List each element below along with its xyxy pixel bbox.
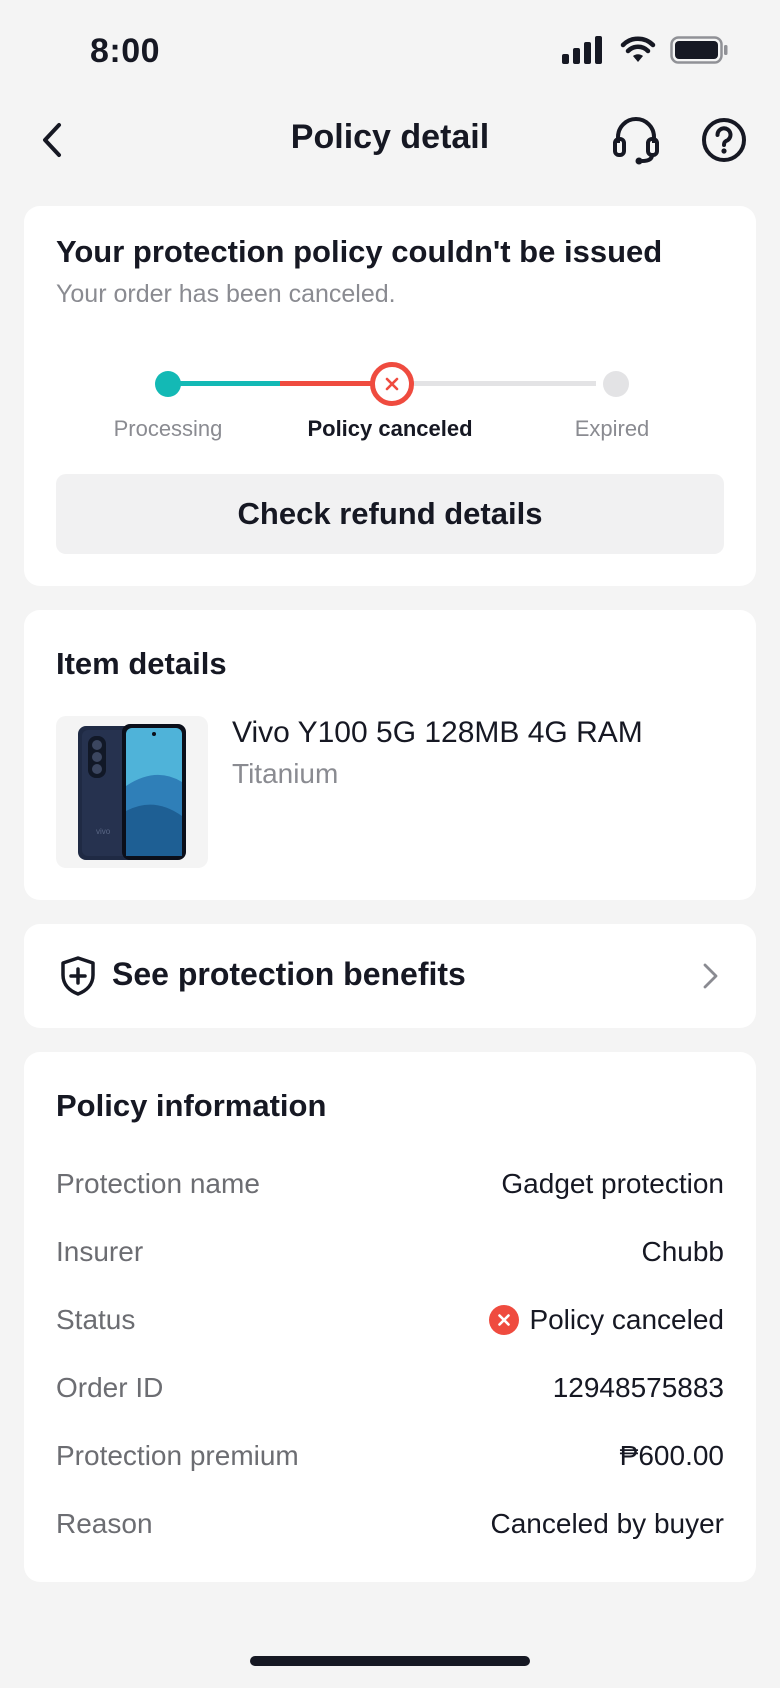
- step-dot-processing: [155, 371, 181, 397]
- step-label-expired: Expired: [574, 416, 650, 441]
- home-indicator: [250, 1656, 530, 1666]
- policy-information-card: Policy information Protection name Gadge…: [24, 1052, 756, 1582]
- info-key: Protection premium: [56, 1440, 299, 1471]
- nav-bar: Policy detail: [0, 96, 780, 184]
- battery-icon: [670, 36, 728, 69]
- status-subtitle: Your order has been canceled.: [56, 280, 396, 308]
- chevron-right-icon: [703, 963, 718, 989]
- progress-segment-done: [168, 381, 280, 386]
- policy-progress-tracker: [24, 356, 756, 416]
- info-value: Gadget protection: [501, 1168, 724, 1199]
- product-variant: Titanium: [232, 758, 339, 789]
- product-image[interactable]: vivo: [56, 716, 208, 868]
- info-row-reason: Reason Canceled by buyer: [56, 1504, 724, 1544]
- info-key: Status: [56, 1304, 136, 1335]
- progress-segment-pending: [412, 381, 596, 386]
- help-button[interactable]: [696, 112, 752, 168]
- headset-icon: [613, 117, 659, 165]
- info-row-status: Status Policy canceled: [56, 1300, 724, 1340]
- status-bar: 8:00: [0, 0, 780, 96]
- check-refund-details-button[interactable]: Check refund details: [56, 474, 724, 554]
- item-details-title: Item details: [56, 646, 227, 681]
- step-dot-expired: [603, 371, 629, 397]
- info-value: ₱600.00: [619, 1440, 724, 1471]
- info-value: 12948575883: [552, 1372, 724, 1403]
- see-protection-benefits-label: See protection benefits: [112, 956, 466, 992]
- close-icon: [385, 377, 399, 391]
- status-time: 8:00: [90, 32, 161, 70]
- info-key: Insurer: [56, 1236, 144, 1267]
- see-protection-benefits-row[interactable]: See protection benefits: [24, 924, 756, 1028]
- info-row-insurer: Insurer Chubb: [56, 1232, 724, 1272]
- policy-status-card: Your protection policy couldn't be issue…: [24, 206, 756, 586]
- progress-segment-canceled: [280, 381, 376, 386]
- info-value: Canceled by buyer: [490, 1508, 724, 1539]
- status-icons: [562, 36, 728, 69]
- info-row-protection-premium: Protection premium ₱600.00: [56, 1436, 724, 1476]
- info-key: Reason: [56, 1508, 153, 1539]
- step-dot-canceled: [370, 362, 414, 406]
- canceled-status-icon: [489, 1305, 520, 1335]
- cellular-signal-icon: [562, 36, 606, 69]
- info-value-status: Policy canceled: [489, 1304, 724, 1336]
- info-key: Protection name: [56, 1168, 260, 1199]
- step-label-processing: Processing: [113, 416, 223, 441]
- status-title: Your protection policy couldn't be issue…: [56, 234, 663, 269]
- info-row-protection-name: Protection name Gadget protection: [56, 1164, 724, 1204]
- policy-information-title: Policy information: [56, 1088, 327, 1123]
- step-label-canceled: Policy canceled: [307, 416, 473, 441]
- wifi-icon: [620, 36, 656, 69]
- info-key: Order ID: [56, 1372, 164, 1403]
- info-row-order-id: Order ID 12948575883: [56, 1368, 724, 1408]
- status-value-text: Policy canceled: [529, 1304, 724, 1335]
- shield-plus-icon: [61, 956, 95, 996]
- customer-support-button[interactable]: [608, 112, 664, 168]
- info-value: Chubb: [641, 1236, 724, 1267]
- svg-text:vivo: vivo: [96, 827, 111, 836]
- item-details-card: Item details vivo Vivo Y100 5G 128MB 4G …: [24, 610, 756, 900]
- product-name: Vivo Y100 5G 128MB 4G RAM: [232, 716, 643, 749]
- question-circle-icon: [702, 118, 746, 162]
